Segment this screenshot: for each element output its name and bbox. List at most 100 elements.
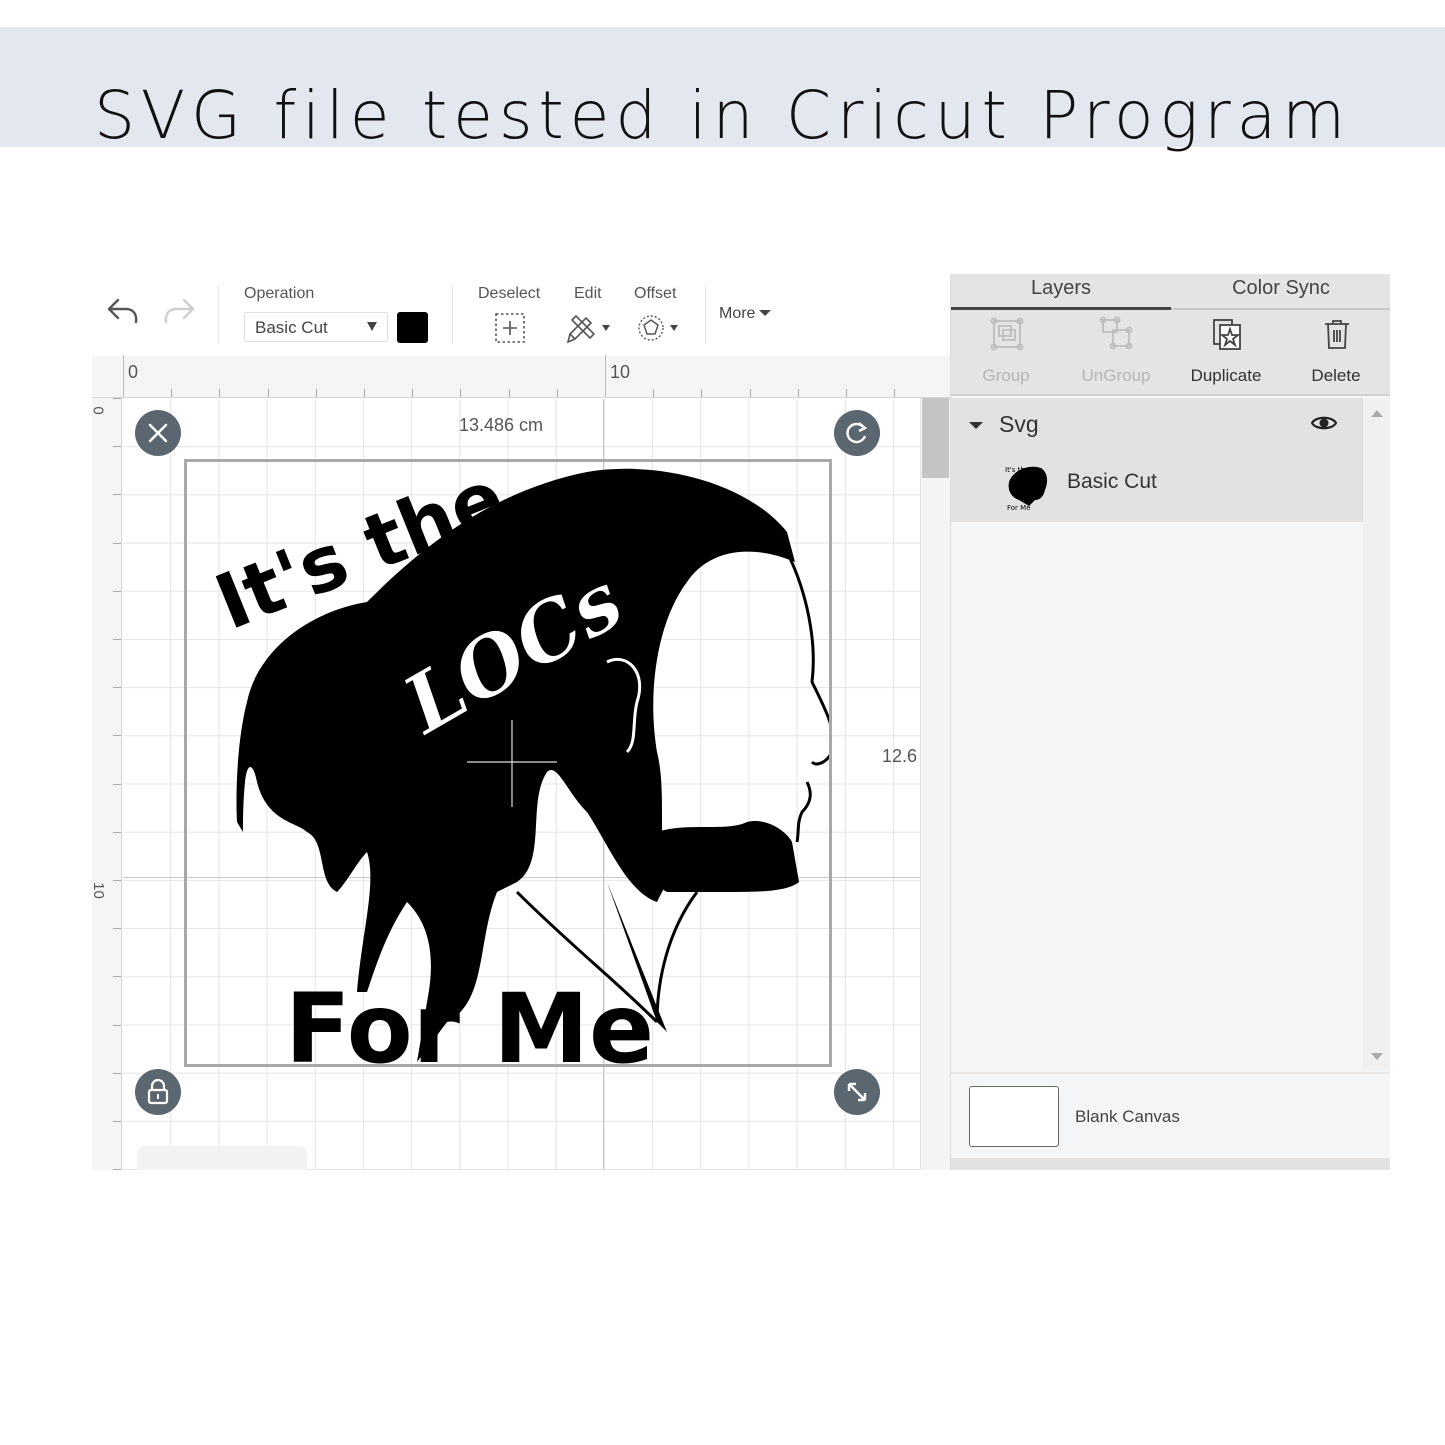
color-swatch[interactable] [397, 312, 428, 343]
toolbar-divider [705, 286, 706, 344]
duplicate-icon [1213, 319, 1241, 350]
group-icon [990, 317, 1024, 351]
banner: SVG file tested in Cricut Program [0, 27, 1445, 154]
ruler-tick [113, 735, 121, 737]
duplicate-label: Duplicate [1190, 366, 1262, 385]
width-readout: 13.486 cm [459, 415, 544, 435]
layer-actions: Group UnGroup Duplicate Delete [951, 310, 1390, 396]
undo-icon[interactable] [106, 296, 140, 331]
svg-text:For Me: For Me [1007, 504, 1031, 512]
tab-color-sync[interactable]: Color Sync [1171, 277, 1390, 310]
group-label: Group [982, 366, 1030, 385]
blank-canvas-label: Blank Canvas [1075, 1107, 1180, 1126]
operation-value: Basic Cut [255, 318, 328, 337]
ruler-tick [412, 389, 414, 397]
lock-icon [147, 1079, 169, 1105]
ruler-horizontal: 0 10 [92, 355, 950, 398]
toolbar: Operation Basic Cut Deselect Edit Offset… [92, 274, 950, 356]
ruler-tick [797, 389, 799, 397]
redo-icon[interactable] [162, 296, 196, 331]
ruler-tick [113, 1121, 121, 1122]
canvas-scrollbar[interactable] [920, 398, 950, 1170]
tab-layers[interactable]: Layers [951, 277, 1171, 310]
lock-handle[interactable] [135, 1069, 181, 1115]
blank-canvas-row[interactable]: Blank Canvas [951, 1072, 1390, 1156]
rotate-icon [846, 422, 868, 444]
ruler-tick [113, 639, 121, 640]
blank-canvas-swatch[interactable] [969, 1086, 1059, 1147]
selection-box[interactable] [184, 459, 832, 1067]
collapse-caret-icon[interactable] [969, 422, 983, 429]
ruler-label: 10 [92, 882, 107, 899]
ruler-tick [113, 542, 121, 544]
ruler-tick [123, 355, 124, 397]
edit-tools-icon[interactable] [566, 312, 612, 349]
ruler-tick [846, 389, 847, 397]
more-button[interactable]: More [719, 305, 772, 323]
ruler-tick [364, 389, 365, 397]
offset-label: Offset [634, 285, 677, 302]
deselect-icon[interactable] [494, 312, 526, 349]
ruler-tick [113, 1072, 121, 1074]
toolbar-divider [452, 286, 453, 344]
ungroup-label: UnGroup [1081, 366, 1151, 385]
eye-icon[interactable] [1310, 414, 1338, 437]
ruler-tick [113, 783, 121, 785]
chevron-down-icon [367, 322, 377, 331]
close-handle[interactable] [135, 410, 181, 456]
ruler-tick [113, 880, 121, 881]
delete-label: Delete [1311, 366, 1361, 385]
ruler-tick [113, 687, 121, 689]
layer-group[interactable]: Svg It's the For Me Basic Cut [951, 398, 1363, 522]
ruler-tick [556, 389, 558, 397]
zoom-control[interactable] [137, 1146, 307, 1170]
ruler-tick [113, 976, 121, 978]
scrollbar-thumb[interactable] [922, 398, 949, 478]
duplicate-button[interactable]: Duplicate [1171, 310, 1281, 394]
ruler-label: 0 [128, 362, 139, 382]
resize-handle[interactable] [834, 1069, 880, 1115]
offset-icon[interactable] [636, 312, 682, 349]
ruler-tick [267, 389, 269, 397]
close-icon [148, 423, 168, 443]
ruler-tick [113, 590, 121, 592]
scroll-up-icon[interactable] [1371, 410, 1383, 417]
ruler-tick [113, 446, 121, 448]
operation-select[interactable]: Basic Cut [244, 312, 388, 342]
ruler-tick [113, 494, 121, 496]
ruler-tick [113, 1169, 121, 1170]
design-canvas[interactable]: 13.486 cm 12.6 It's the LOCs For Me [123, 399, 920, 1170]
trash-icon [1325, 320, 1349, 349]
scroll-down-icon[interactable] [1371, 1053, 1383, 1060]
layer-group-name: Svg [999, 411, 1039, 437]
group-button[interactable]: Group [951, 310, 1061, 394]
resize-icon [847, 1082, 867, 1102]
ruler-label: 0 [92, 406, 107, 414]
layer-item[interactable]: It's the For Me Basic Cut [951, 456, 1363, 516]
deselect-label: Deselect [478, 285, 541, 302]
ruler-label: 10 [610, 362, 631, 382]
layers-panel: Layers Color Sync Group UnGroup Duplicat… [950, 274, 1390, 1170]
ruler-tick [219, 389, 221, 397]
ruler-tick [113, 928, 121, 930]
ruler-vertical: 0 10 [92, 398, 122, 1170]
panel-bottom-bar [951, 1158, 1390, 1170]
cricut-design-space: Operation Basic Cut Deselect Edit Offset… [92, 274, 1390, 1170]
layer-thumbnail: It's the For Me [999, 460, 1051, 512]
rotate-handle[interactable] [834, 410, 880, 456]
ungroup-icon [1099, 316, 1133, 350]
ruler-tick [749, 389, 751, 397]
ruler-tick [605, 355, 606, 397]
delete-button[interactable]: Delete [1281, 310, 1390, 394]
ruler-tick [508, 389, 510, 397]
svg-text:It's the: It's the [1005, 466, 1029, 474]
ruler-tick [113, 831, 121, 833]
operation-label: Operation [244, 285, 315, 302]
ruler-tick [701, 389, 703, 397]
layer-list-scrollbar[interactable] [1363, 398, 1390, 1070]
more-label: More [719, 305, 756, 322]
ungroup-button[interactable]: UnGroup [1061, 310, 1171, 394]
chevron-down-icon [759, 310, 772, 316]
ruler-tick [171, 389, 173, 397]
ruler-tick [894, 389, 896, 397]
